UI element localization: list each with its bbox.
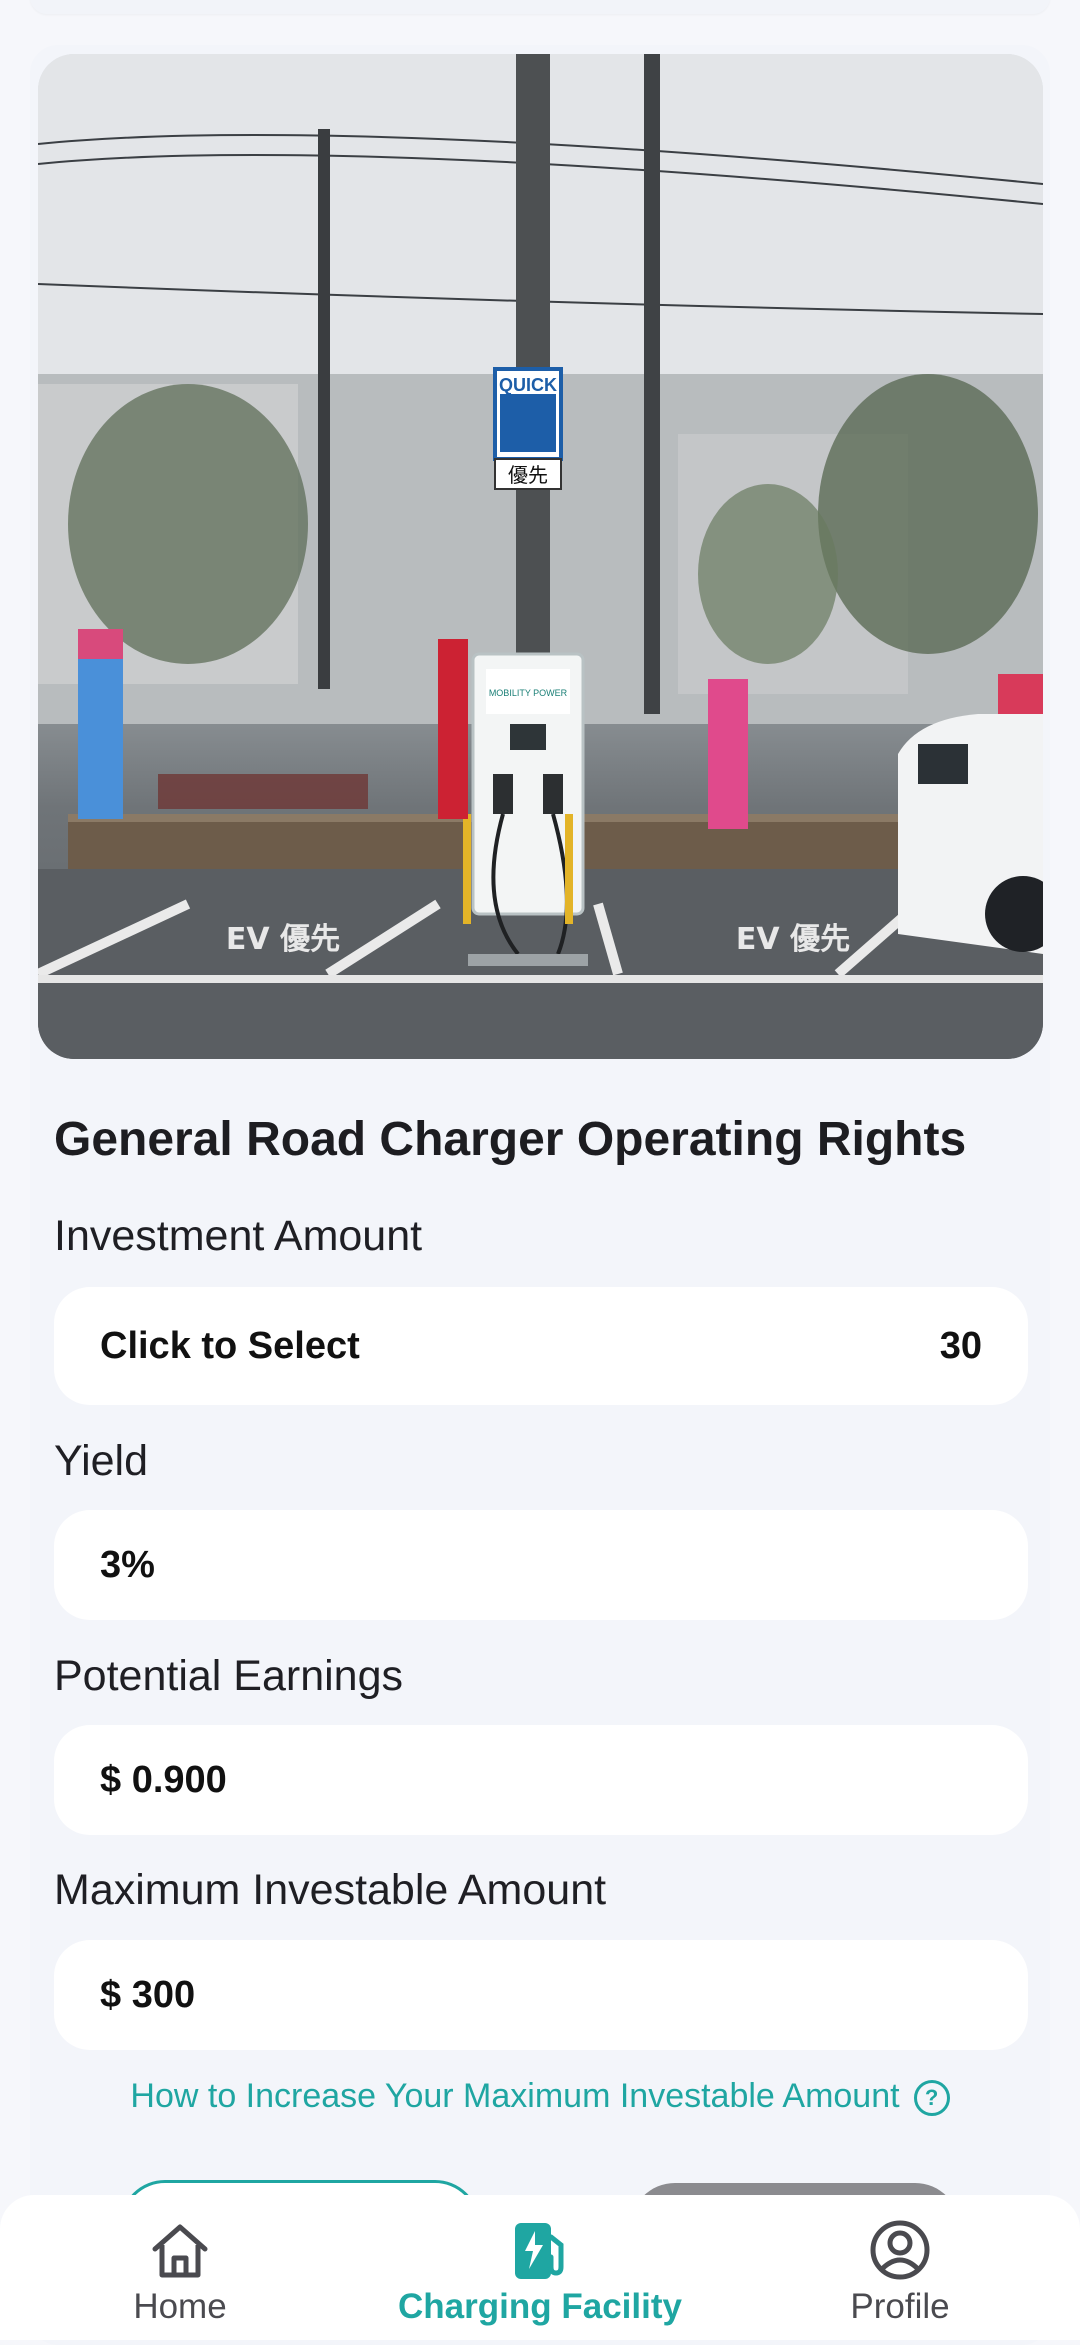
charger-brand-text: MOBILITY POWER bbox=[489, 688, 568, 698]
max-investable-field: $ 300 bbox=[54, 1940, 1028, 2050]
yield-value: 3% bbox=[100, 1543, 155, 1586]
investment-select-placeholder: Click to Select bbox=[100, 1324, 360, 1367]
home-icon bbox=[152, 2224, 208, 2278]
investment-amount-select[interactable]: Click to Select 30 bbox=[54, 1287, 1028, 1405]
charger-photo: QUICK 優先 EV 優先 EV 優先 MOBILITY POWER bbox=[38, 54, 1043, 1059]
tab-charging-facility-label: Charging Facility bbox=[398, 2287, 682, 2326]
sign-quick-text: QUICK bbox=[499, 375, 557, 395]
fuel-charger-icon bbox=[515, 2223, 564, 2279]
potential-earnings-label: Potential Earnings bbox=[54, 1652, 403, 1700]
help-link-text: How to Increase Your Maximum Investable … bbox=[130, 2077, 900, 2115]
tab-home[interactable]: Home bbox=[30, 2195, 330, 2340]
user-circle-icon bbox=[870, 2220, 930, 2280]
bottom-tab-bar: Home Charging Facility Profile bbox=[0, 2195, 1080, 2340]
investment-amount-value: 30 bbox=[939, 1324, 982, 1367]
potential-earnings-value: $ 0.900 bbox=[100, 1758, 227, 1801]
potential-earnings-field: $ 0.900 bbox=[54, 1725, 1028, 1835]
road-marking-right: EV 優先 bbox=[736, 922, 850, 957]
question-circle-icon: ? bbox=[913, 2080, 950, 2117]
previous-card-edge bbox=[30, 0, 1050, 14]
max-investable-value: $ 300 bbox=[100, 1973, 196, 2016]
product-title: General Road Charger Operating Rights bbox=[54, 1113, 967, 1166]
charger-photo-illustration: QUICK 優先 EV 優先 EV 優先 MOBILITY POWER bbox=[38, 54, 1043, 1059]
yield-field: 3% bbox=[54, 1510, 1028, 1620]
increase-max-investable-link[interactable]: How to Increase Your Maximum Investable … bbox=[0, 2077, 1080, 2117]
tab-home-label: Home bbox=[133, 2287, 227, 2326]
tab-profile[interactable]: Profile bbox=[750, 2195, 1050, 2340]
road-marking-left: EV 優先 bbox=[226, 922, 340, 957]
max-investable-label: Maximum Investable Amount bbox=[54, 1866, 607, 1914]
tab-charging-facility[interactable]: Charging Facility bbox=[390, 2195, 690, 2340]
sign-priority-text: 優先 bbox=[508, 463, 548, 487]
yield-label: Yield bbox=[54, 1437, 149, 1485]
investment-amount-label: Investment Amount bbox=[54, 1212, 423, 1260]
tab-profile-label: Profile bbox=[850, 2287, 950, 2326]
